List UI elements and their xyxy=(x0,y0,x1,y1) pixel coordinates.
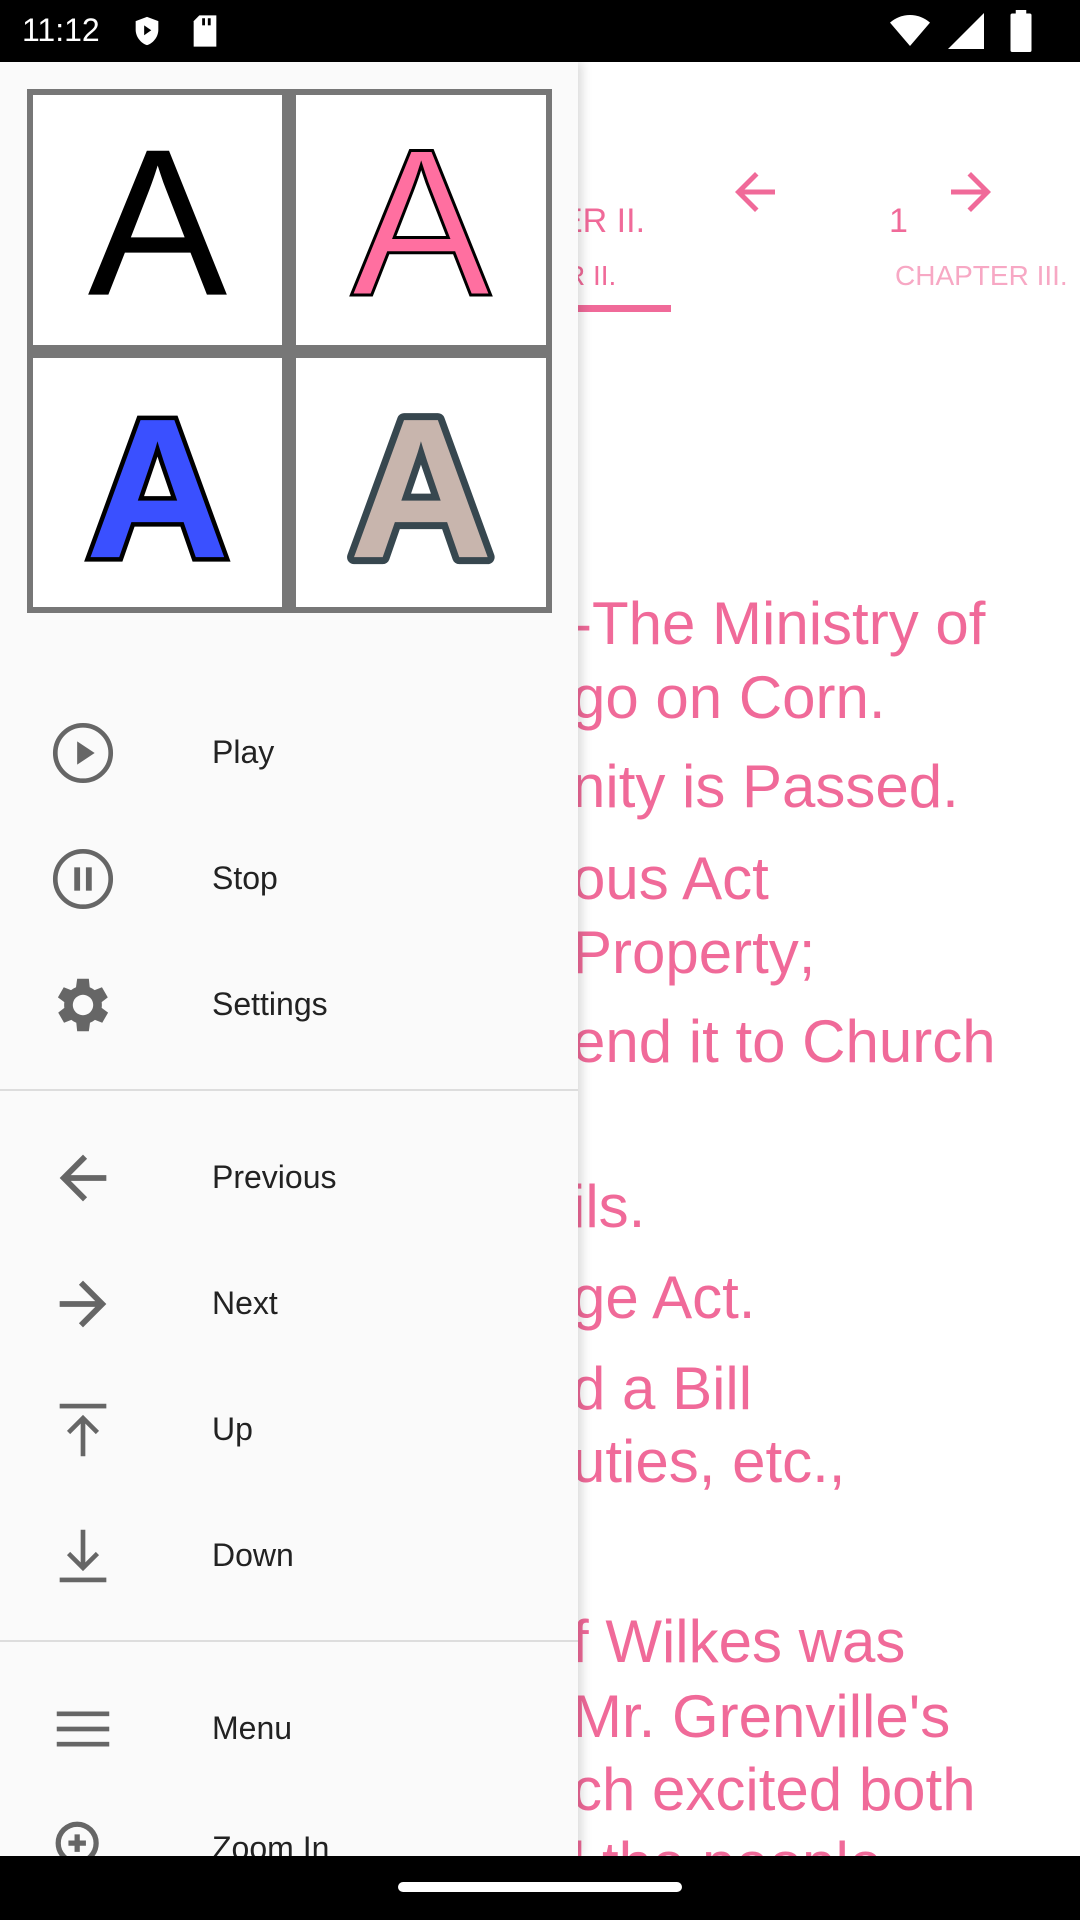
text-line: ils. xyxy=(572,1173,646,1240)
menu-icon xyxy=(56,1711,110,1747)
text-line: end it to Church xyxy=(572,1008,996,1075)
gear-icon xyxy=(57,978,109,1032)
arrow-left-icon xyxy=(59,1154,107,1202)
text-line: d a Bill xyxy=(572,1355,753,1422)
text-line: ge Act. xyxy=(572,1264,756,1331)
menu-item-next[interactable]: Next xyxy=(0,1249,578,1359)
pause-circle-icon xyxy=(52,848,114,910)
status-time: 11:12 xyxy=(22,12,100,48)
text-color-picker: A A A A xyxy=(27,89,552,613)
shield-play-icon xyxy=(135,16,159,46)
text-line: f Wilkes was xyxy=(572,1608,906,1675)
cellular-icon xyxy=(948,13,984,49)
status-bar: 11:12 xyxy=(0,0,1080,62)
previous-chapter-icon[interactable] xyxy=(725,162,785,222)
text-line: ous Act xyxy=(572,845,769,912)
play-circle-icon xyxy=(52,722,114,784)
text-line: ch excited both xyxy=(572,1756,976,1823)
color-option-tan[interactable]: A xyxy=(296,358,546,607)
svg-text:A: A xyxy=(349,378,493,600)
color-option-black[interactable]: A xyxy=(33,95,282,345)
battery-icon xyxy=(1010,10,1032,52)
menu-item-play[interactable]: Play xyxy=(0,698,578,808)
menu-item-down[interactable]: Down xyxy=(0,1501,578,1611)
menu-item-zoom-in[interactable]: Zoom In xyxy=(0,1794,578,1856)
zoom-in-icon xyxy=(55,1821,99,1856)
menu-item-stop[interactable]: Stop xyxy=(0,824,578,934)
arrow-down-to-bottom-icon xyxy=(59,1529,107,1583)
menu-item-settings[interactable]: Settings xyxy=(0,950,578,1060)
sd-card-icon xyxy=(193,15,217,47)
text-line: nity is Passed. xyxy=(572,753,959,820)
system-nav-bar xyxy=(0,1856,1080,1920)
next-chapter-icon[interactable] xyxy=(941,162,1001,222)
menu-item-menu[interactable]: Menu xyxy=(0,1674,578,1784)
text-line: Mr. Grenville's xyxy=(572,1683,951,1750)
menu-item-up[interactable]: Up xyxy=(0,1375,578,1485)
color-option-blue[interactable]: A xyxy=(33,358,282,607)
arrow-up-to-top-icon xyxy=(59,1403,107,1457)
text-line: Property; xyxy=(572,919,816,986)
menu-item-previous[interactable]: Previous xyxy=(0,1123,578,1233)
text-line: l the people xyxy=(572,1827,882,1856)
text-line: -The Ministry of xyxy=(572,590,986,657)
wifi-icon xyxy=(890,15,930,46)
divider xyxy=(0,1640,578,1642)
text-line: uties, etc., xyxy=(572,1428,846,1495)
color-option-pink[interactable]: A xyxy=(296,95,546,345)
svg-text:A: A xyxy=(86,378,230,600)
svg-text:A: A xyxy=(351,105,491,340)
home-gesture-handle[interactable] xyxy=(398,1882,682,1892)
arrow-right-icon xyxy=(59,1280,107,1328)
navigation-drawer: A A A A Play Stop Settings Previous Next… xyxy=(0,62,578,1856)
text-line: go on Corn. xyxy=(572,664,886,731)
svg-text:A: A xyxy=(88,107,228,340)
divider xyxy=(0,1089,578,1091)
tab-indicator xyxy=(578,305,671,312)
